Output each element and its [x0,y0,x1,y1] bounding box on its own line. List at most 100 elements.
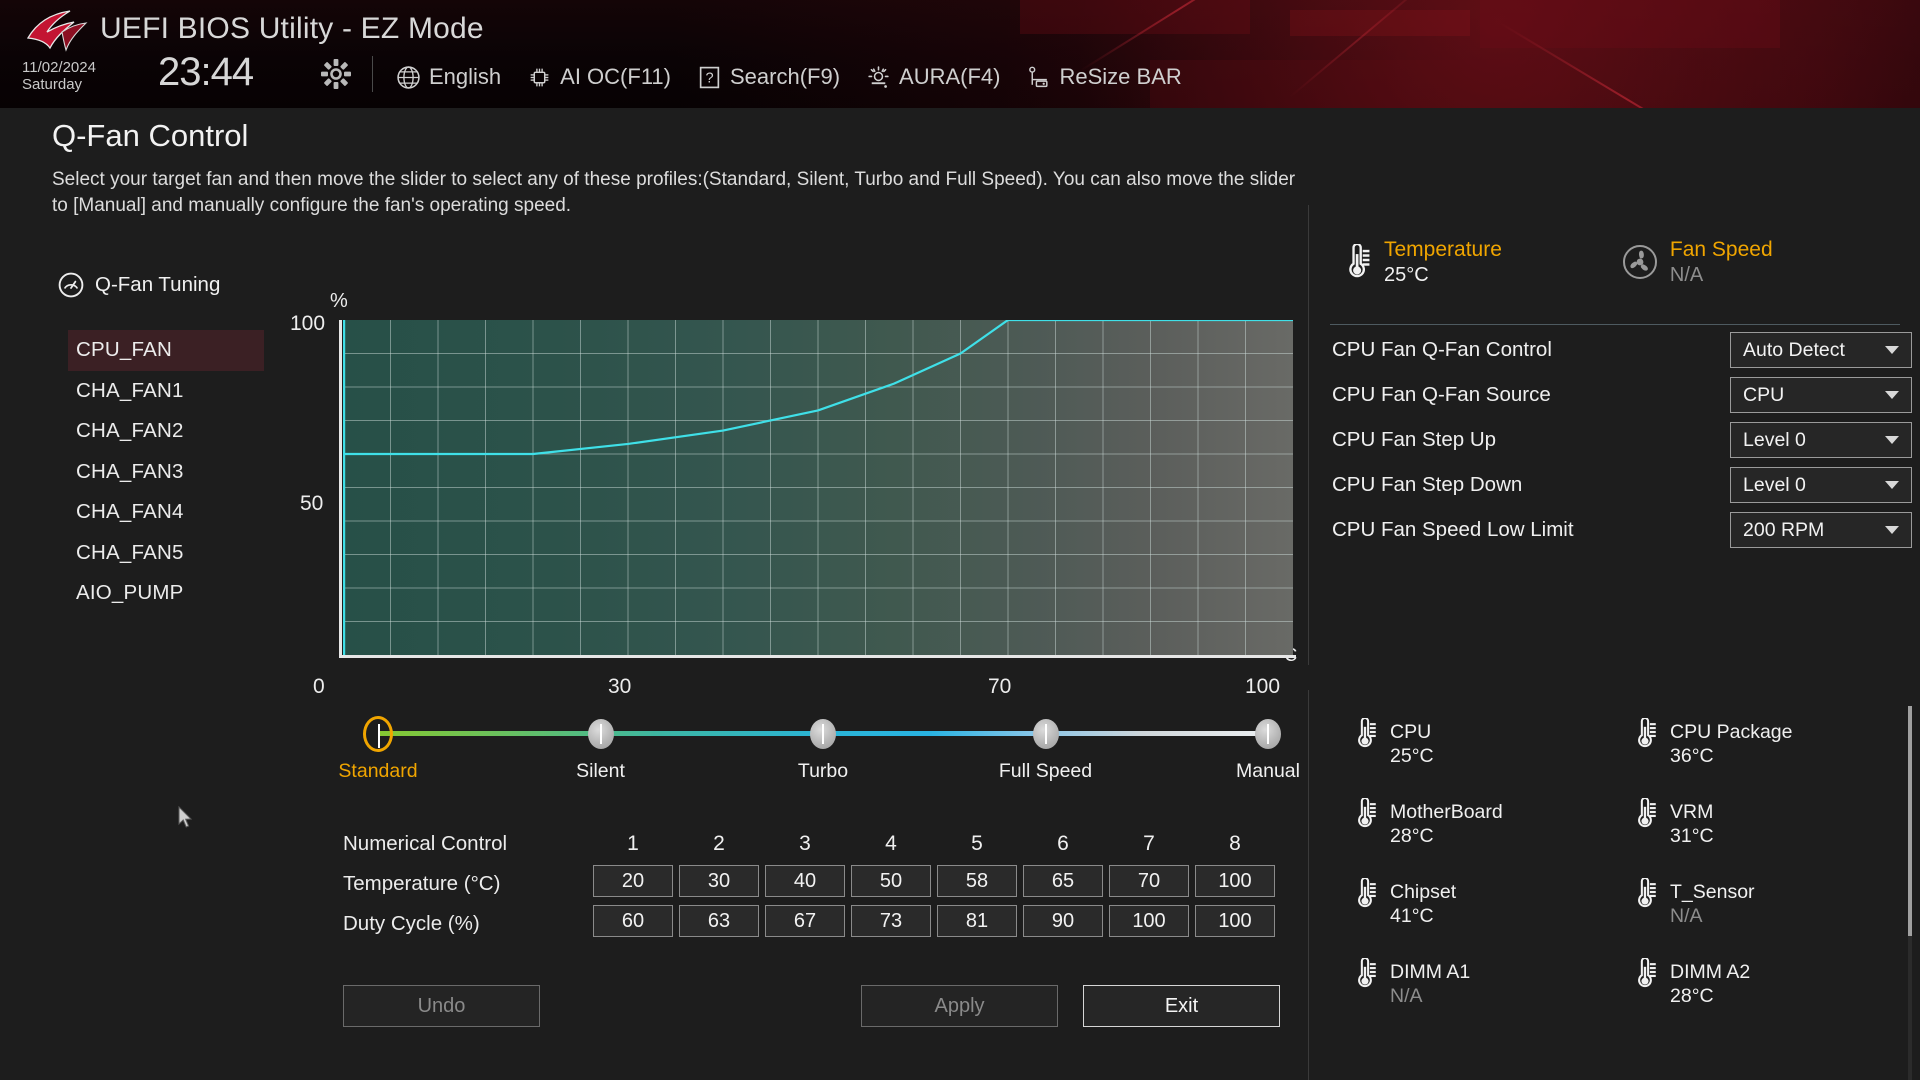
aura-button[interactable]: AURA(F4) [866,64,1000,90]
language-button[interactable]: English [396,64,501,90]
date-display: 11/02/2024 Saturday [22,59,142,94]
hw-monitor-name: Chipset [1390,881,1457,903]
chart-xtick-70: 70 [988,675,1012,698]
hw-monitor-value: 28°C [1390,825,1434,848]
gear-icon[interactable] [320,58,352,90]
slider-knob-silent[interactable] [587,719,614,749]
profile-slider[interactable]: Standard Silent Turbo Full Speed Manual [338,710,1300,783]
slider-label-standard[interactable]: Standard [338,760,417,783]
slider-label-turbo[interactable]: Turbo [798,760,848,783]
status-name: Temperature [1384,238,1502,262]
temperature-cell-4[interactable]: 50 [851,865,931,897]
chart-ytick-100: 100 [290,312,326,335]
thermometer-icon [1638,878,1656,908]
setting-dropdown-3[interactable]: Level 0 [1730,467,1912,503]
fan-settings-list: CPU Fan Q-Fan Control Auto Detect CPU Fa… [1332,330,1912,555]
thermometer-icon [1358,718,1376,748]
duty-cycle-cell-8[interactable]: 100 [1195,905,1275,937]
q-fan-tuning-button[interactable]: Q-Fan Tuning [58,272,220,298]
setting-dropdown-2[interactable]: Level 0 [1730,422,1912,458]
header-decor-block [1480,0,1780,48]
temperature-row: Temperature (°C) 20 30 40 50 58 65 70 100 [343,865,1293,903]
slider-label-manual[interactable]: Manual [1236,760,1300,783]
aura-light-icon [868,65,889,88]
ai-oc-button[interactable]: AI OC(F11) [527,64,671,90]
fan-item-cha_fan3[interactable]: CHA_FAN3 [68,452,264,493]
duty-cycle-cell-2[interactable]: 63 [679,905,759,937]
hw-monitor-value: 36°C [1670,745,1714,768]
thermometer-icon [1638,718,1656,748]
temperature-cell-3[interactable]: 40 [765,865,845,897]
duty-cycle-cell-7[interactable]: 100 [1109,905,1189,937]
hardware-monitor-divider [1308,690,1309,1080]
fan-item-cha_fan2[interactable]: CHA_FAN2 [68,411,264,452]
duty-cycle-cell-1[interactable]: 60 [593,905,673,937]
slider-label-silent[interactable]: Silent [576,760,625,783]
hw-monitor-cpu: CPU 25°C [1350,718,1630,798]
temperature-cell-5[interactable]: 58 [937,865,1017,897]
apply-button[interactable]: Apply [861,985,1058,1027]
clock-display: 23:44 [158,50,254,94]
fan-curve-chart[interactable] [339,320,1296,658]
duty-cycle-cell-4[interactable]: 73 [851,905,931,937]
thermometer-icon [1358,958,1376,988]
setting-value: Auto Detect [1743,339,1845,361]
chevron-down-icon [1885,346,1899,354]
temperature-cell-7[interactable]: 70 [1109,865,1189,897]
page-description: Select your target fan and then move the… [52,169,1296,217]
resize-bar-button[interactable]: ReSize BAR [1026,64,1182,90]
slider-knob-manual[interactable] [1255,719,1281,749]
setting-dropdown-0[interactable]: Auto Detect [1730,332,1912,368]
temperature-cell-6[interactable]: 65 [1023,865,1103,897]
numerical-control-table: Numerical Control 12345678 Temperature (… [343,825,1293,939]
setting-dropdown-4[interactable]: 200 RPM [1730,512,1912,548]
column-headers: 1 2 3 4 5 6 7 8 [593,825,1275,863]
slider-knob-standard[interactable] [363,716,393,752]
setting-value: 200 RPM [1743,519,1825,541]
setting-row-1: CPU Fan Q-Fan Source CPU [1332,375,1912,420]
hw-monitor-name: VRM [1670,801,1714,823]
slider-knob-turbo[interactable] [810,719,836,749]
header-decor-block [1150,60,1570,108]
speedometer-icon [58,272,84,298]
setting-dropdown-1[interactable]: CPU [1730,377,1912,413]
duty-cycle-cell-3[interactable]: 67 [765,905,845,937]
right-panel-scrollbar-thumb[interactable] [1908,706,1912,936]
duty-cycle-cell-5[interactable]: 81 [937,905,1017,937]
setting-value: Level 0 [1743,429,1806,451]
duty-cycle-row-label: Duty Cycle (%) [343,912,480,935]
fan-item-cha_fan1[interactable]: CHA_FAN1 [68,371,264,412]
fan-item-cpu_fan[interactable]: CPU_FAN [68,330,264,371]
chart-ytick-50: 50 [300,492,324,515]
temperature-cell-8[interactable]: 100 [1195,865,1275,897]
thermometer-icon [1349,244,1370,278]
header-decor-block [1020,0,1250,34]
setting-row-4: CPU Fan Speed Low Limit 200 RPM [1332,510,1912,555]
hw-monitor-name: DIMM A1 [1390,961,1471,983]
fan-item-cha_fan5[interactable]: CHA_FAN5 [68,533,264,574]
fan-item-label: CHA_FAN3 [76,459,184,483]
temperature-cell-1[interactable]: 20 [593,865,673,897]
duty-cycle-cell-6[interactable]: 90 [1023,905,1103,937]
fan-item-label: CHA_FAN5 [76,540,184,564]
fan-item-label: CPU_FAN [76,338,172,361]
undo-button[interactable]: Undo [343,985,540,1027]
hw-monitor-value: 28°C [1670,985,1714,1008]
temperature-cell-2[interactable]: 30 [679,865,759,897]
column-header-7: 7 [1143,832,1155,855]
thermometer-icon [1358,878,1376,908]
search-button[interactable]: ? Search(F9) [697,64,840,90]
hw-monitor-name: DIMM A2 [1670,961,1751,983]
column-header-3: 3 [799,832,811,855]
fan-item-aio_pump[interactable]: AIO_PUMP [68,573,264,614]
hw-monitor-value: 31°C [1670,825,1714,848]
hw-monitor-value: N/A [1390,985,1423,1008]
exit-button[interactable]: Exit [1083,985,1280,1027]
slider-knob-full-speed[interactable] [1032,719,1059,749]
header-decor-block [1290,10,1470,36]
setting-row-2: CPU Fan Step Up Level 0 [1332,420,1912,465]
fan-item-cha_fan4[interactable]: CHA_FAN4 [68,492,264,533]
fan-item-label: CHA_FAN2 [76,419,184,442]
app-title: UEFI BIOS Utility - EZ Mode [100,12,484,45]
slider-label-full-speed[interactable]: Full Speed [999,760,1092,783]
